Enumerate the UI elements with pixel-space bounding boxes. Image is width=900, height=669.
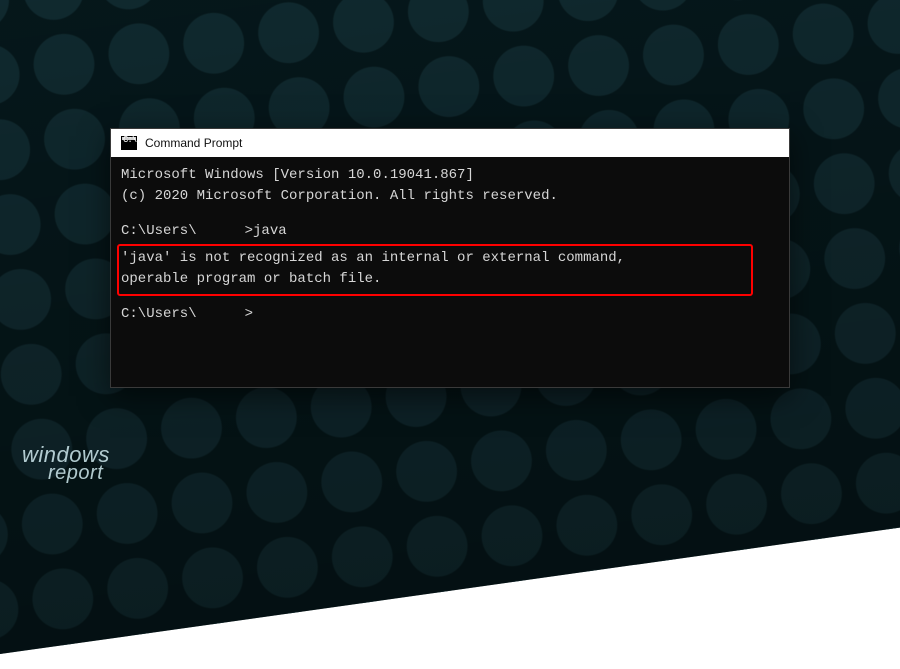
prompt-line-1: C:\Users\ >java	[121, 221, 779, 242]
banner-line-2: (c) 2020 Microsoft Corporation. All righ…	[121, 186, 779, 207]
prompt-line-2: C:\Users\ >	[121, 304, 779, 325]
prompt-symbol: >	[245, 221, 253, 242]
blank-line	[121, 207, 779, 221]
terminal-output-area[interactable]: Microsoft Windows [Version 10.0.19041.86…	[111, 157, 789, 387]
command-prompt-icon: C:\	[121, 136, 137, 150]
redacted-username	[197, 221, 245, 235]
redacted-username	[197, 304, 245, 318]
prompt-path-prefix: C:\Users\	[121, 221, 197, 242]
error-line-2: operable program or batch file.	[121, 269, 745, 290]
window-title: Command Prompt	[145, 136, 242, 150]
window-titlebar[interactable]: C:\ Command Prompt	[111, 129, 789, 157]
typed-command: java	[253, 221, 287, 242]
banner-line-1: Microsoft Windows [Version 10.0.19041.86…	[121, 165, 779, 186]
prompt-path-prefix: C:\Users\	[121, 304, 197, 325]
prompt-symbol: >	[245, 304, 253, 325]
command-prompt-window: C:\ Command Prompt Microsoft Windows [Ve…	[110, 128, 790, 388]
windows-report-watermark: windows report	[22, 446, 110, 482]
error-highlight-box: 'java' is not recognized as an internal …	[117, 244, 753, 296]
watermark-line-2: report	[48, 465, 110, 482]
error-line-1: 'java' is not recognized as an internal …	[121, 248, 745, 269]
